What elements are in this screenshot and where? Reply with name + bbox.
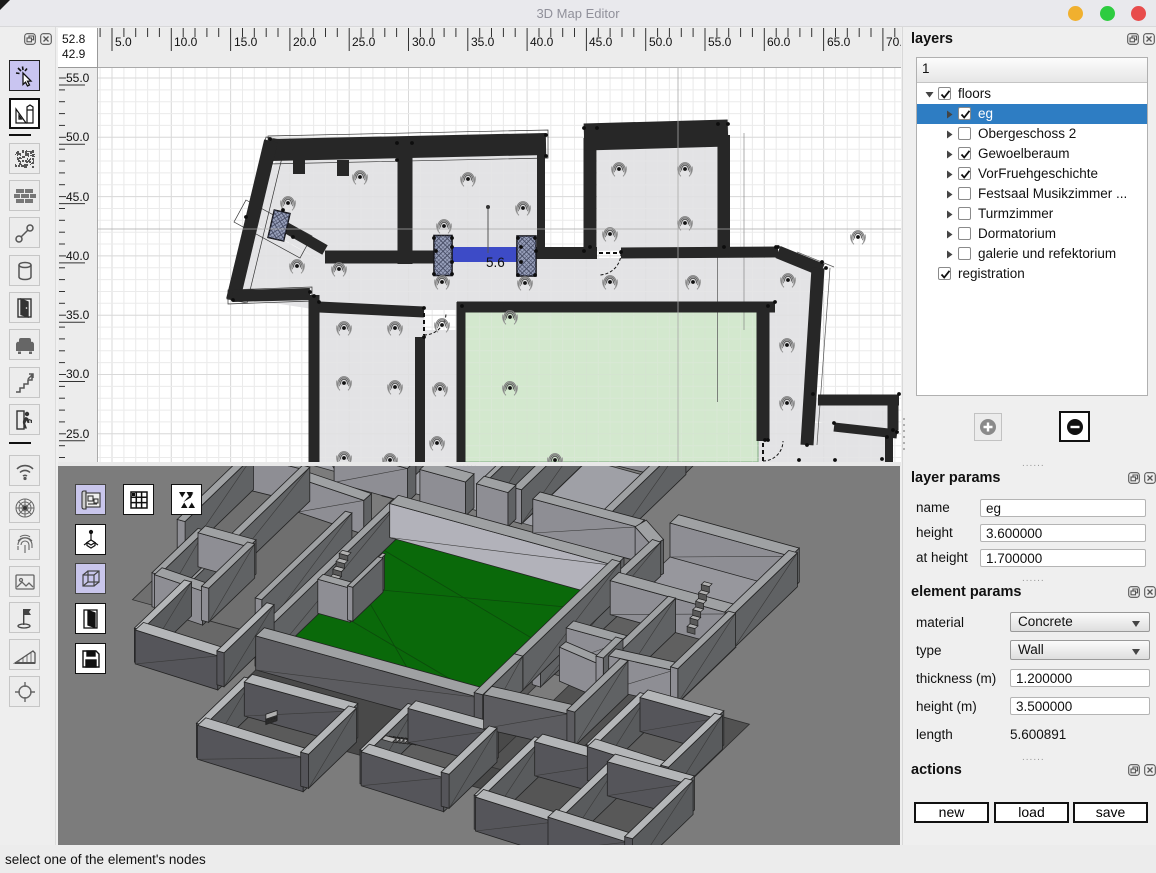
svg-text:40.0: 40.0 [66, 249, 90, 263]
svg-text:60.0: 60.0 [767, 35, 791, 49]
svg-text:70.0: 70.0 [886, 35, 901, 49]
svg-text:65.0: 65.0 [827, 35, 851, 49]
svg-text:35.0: 35.0 [471, 35, 495, 49]
svg-text:30.0: 30.0 [66, 367, 90, 381]
svg-text:5.6: 5.6 [486, 255, 505, 270]
svg-text:50.0: 50.0 [66, 130, 90, 144]
svg-text:45.0: 45.0 [66, 190, 90, 204]
svg-text:40.0: 40.0 [530, 35, 554, 49]
svg-text:25.0: 25.0 [66, 427, 90, 441]
svg-text:20.0: 20.0 [293, 35, 317, 49]
svg-text:50.0: 50.0 [649, 35, 673, 49]
svg-text:35.0: 35.0 [66, 308, 90, 322]
svg-text:25.0: 25.0 [352, 35, 376, 49]
svg-text:15.0: 15.0 [234, 35, 258, 49]
svg-text:55.0: 55.0 [66, 71, 90, 85]
svg-text:30.0: 30.0 [412, 35, 436, 49]
svg-text:5.0: 5.0 [115, 35, 132, 49]
svg-text:10.0: 10.0 [174, 35, 198, 49]
svg-text:55.0: 55.0 [708, 35, 732, 49]
svg-text:45.0: 45.0 [589, 35, 613, 49]
